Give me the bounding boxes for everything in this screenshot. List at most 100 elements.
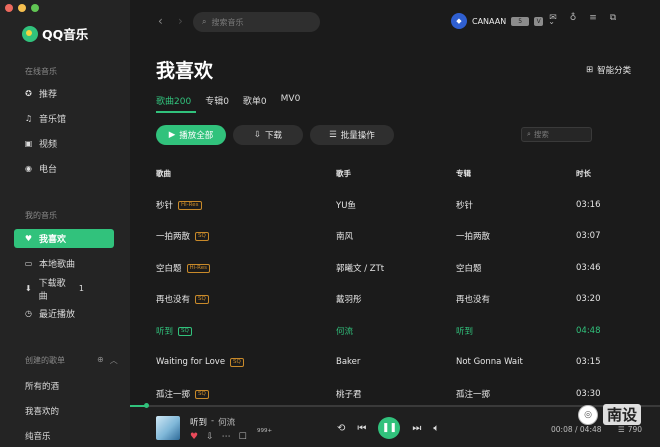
table-row[interactable]: 空白题 Hi-Res 郭曦文 / ZTt 空白题 03:46 (156, 261, 636, 281)
smart-category-button[interactable]: ⊞ 智能分类 (586, 64, 631, 76)
volume-icon[interactable]: 🔈︎ (433, 423, 439, 434)
close-window-button[interactable] (5, 4, 13, 12)
back-arrow-icon[interactable]: ‹ (158, 14, 163, 28)
song-cell: Waiting for Love SQ (156, 355, 244, 369)
header-song[interactable]: 歌曲 (156, 166, 171, 180)
song-cell: 再也没有 SQ (156, 292, 209, 306)
tab-playlists[interactable]: 歌单0 (243, 94, 267, 113)
mini-mode-icon[interactable]: ⧉ (608, 13, 618, 23)
song-cell: 听到 SQ (156, 324, 192, 338)
playlist-item[interactable]: 所有的酒 (25, 380, 59, 392)
previous-icon[interactable]: ⏮ (357, 423, 366, 434)
sidebar-item-local[interactable]: ▭ 本地歌曲 (14, 254, 114, 273)
album-cell[interactable]: 听到 (456, 324, 473, 338)
play-icon: ▶ (168, 130, 176, 140)
album-cover[interactable] (156, 416, 180, 440)
collapse-icon[interactable]: ︿ (110, 355, 118, 366)
skin-icon[interactable]: ♁ (568, 13, 578, 23)
smart-category-label: 智能分类 (597, 66, 632, 76)
download-label: 下载 (265, 131, 283, 141)
album-cell[interactable]: 空白题 (456, 261, 482, 275)
sidebar-item-recent[interactable]: ◷ 最近播放 (14, 304, 114, 323)
settings-icon[interactable]: ≡ (588, 13, 598, 23)
table-row[interactable]: 再也没有 SQ 戴羽彤 再也没有 03:20 (156, 292, 636, 312)
table-row[interactable]: Waiting for Love SQ Baker Not Gonna Wait… (156, 355, 636, 375)
app-name: QQ音乐 (42, 27, 89, 42)
album-cell[interactable]: 孤注一掷 (456, 387, 490, 401)
loop-icon[interactable]: ⟲ (337, 423, 345, 434)
artist-cell[interactable]: 何流 (336, 324, 353, 338)
table-row[interactable]: 秒针 Hi-Res YU鱼 秒针 03:16 (156, 198, 636, 218)
app-logo[interactable]: QQ音乐 (22, 24, 88, 43)
global-search[interactable]: ⌕ (193, 12, 320, 32)
song-cell: 空白题 Hi-Res (156, 261, 210, 275)
list-search[interactable]: ⌕ (521, 127, 592, 142)
playlist-item[interactable]: 我喜欢的 (25, 405, 59, 417)
download-icon[interactable]: ⇩ (206, 432, 214, 442)
listen-together[interactable]: ☰ 790 (618, 425, 642, 434)
sidebar-item-radio[interactable]: ◉ 电台 (14, 159, 114, 178)
video-icon: ▣ (24, 139, 33, 148)
forward-arrow-icon[interactable]: › (178, 14, 183, 28)
playlist-item[interactable]: 纯音乐 (25, 430, 51, 442)
table-row-playing[interactable]: 听到 SQ 何流 听到 04:48 (156, 324, 636, 344)
quality-tag: SQ (195, 294, 209, 304)
next-icon[interactable]: ⏭ (412, 423, 421, 434)
user-area[interactable]: ◆ CANAAN 5 V ⌄ (451, 13, 555, 29)
table-row[interactable]: 孤注一掷 SQ 桃子君 孤注一掷 03:30 (156, 387, 636, 407)
artist-cell[interactable]: Baker (336, 355, 360, 369)
avatar[interactable]: ◆ (451, 13, 467, 29)
zoom-window-button[interactable] (31, 4, 39, 12)
global-search-input[interactable] (211, 17, 302, 27)
music-note-icon: ♫ (24, 114, 33, 123)
sidebar: QQ音乐 在线音乐 ✪ 推荐 ♫ 音乐馆 ▣ 视频 ◉ 电台 我的音乐 ♥ 我喜… (0, 0, 130, 447)
artist-cell[interactable]: 郭曦文 / ZTt (336, 261, 384, 275)
album-cell[interactable]: 一拍两散 (456, 229, 490, 243)
mail-icon[interactable]: ✉ (548, 13, 558, 23)
sidebar-item-recommend[interactable]: ✪ 推荐 (14, 84, 114, 103)
more-icon[interactable]: ⋯ (222, 432, 231, 442)
header-artist[interactable]: 歌手 (336, 166, 351, 180)
now-playing-artist[interactable]: 何流 (218, 416, 235, 428)
comment-icon[interactable]: ☐ (239, 432, 247, 442)
listeners-count: 790 (627, 425, 643, 434)
list-search-input[interactable] (533, 130, 584, 139)
vip-badge: V (534, 16, 544, 26)
album-cell[interactable]: 再也没有 (456, 292, 490, 306)
album-cell[interactable]: 秒针 (456, 198, 473, 212)
sidebar-item-music-hall[interactable]: ♫ 音乐馆 (14, 109, 114, 128)
header-album[interactable]: 专辑 (456, 166, 471, 180)
sidebar-item-liked[interactable]: ♥ 我喜欢 (14, 229, 114, 248)
duration-cell: 03:30 (576, 389, 601, 399)
artist-cell[interactable]: 桃子君 (336, 387, 362, 401)
play-all-button[interactable]: ▶ 播放全部 (156, 125, 226, 145)
play-all-label: 播放全部 (179, 131, 214, 141)
artist-cell[interactable]: 戴羽彤 (336, 292, 362, 306)
artist-cell[interactable]: 南风 (336, 229, 353, 243)
table-header: 歌曲 歌手 专辑 时长 (156, 166, 636, 186)
username[interactable]: CANAAN (472, 17, 506, 26)
heart-icon[interactable]: ♥ (190, 432, 198, 442)
batch-operation-button[interactable]: ☰ 批量操作 (310, 125, 394, 145)
download-button[interactable]: ⇩ 下载 (233, 125, 303, 145)
section-title-online: 在线音乐 (25, 67, 57, 76)
sidebar-item-label: 视频 (39, 140, 58, 150)
sidebar-item-downloads[interactable]: ⬇ 下载歌曲 1 (14, 279, 114, 302)
now-playing-song[interactable]: 听到 (190, 416, 207, 428)
sidebar-item-label: 本地歌曲 (39, 260, 76, 270)
artist-cell[interactable]: YU鱼 (336, 198, 356, 212)
progress-handle[interactable] (143, 403, 149, 408)
quality-tag: Hi-Res (186, 263, 210, 273)
minimize-window-button[interactable] (18, 4, 26, 12)
pause-button[interactable]: ❚❚ (378, 417, 401, 439)
header-duration[interactable]: 时长 (576, 166, 591, 180)
download-icon: ⇩ (253, 130, 262, 140)
album-cell[interactable]: Not Gonna Wait (456, 355, 523, 369)
sidebar-item-label: 电台 (39, 165, 58, 175)
tab-albums[interactable]: 专辑0 (205, 94, 229, 113)
tab-mv[interactable]: MV0 (281, 94, 301, 113)
tab-songs[interactable]: 歌曲200 (156, 94, 197, 113)
table-row[interactable]: 一拍两散 SQ 南风 一拍两散 03:07 (156, 229, 636, 249)
sidebar-item-video[interactable]: ▣ 视频 (14, 134, 114, 153)
add-playlist-icon[interactable]: ⊕ (97, 355, 104, 366)
